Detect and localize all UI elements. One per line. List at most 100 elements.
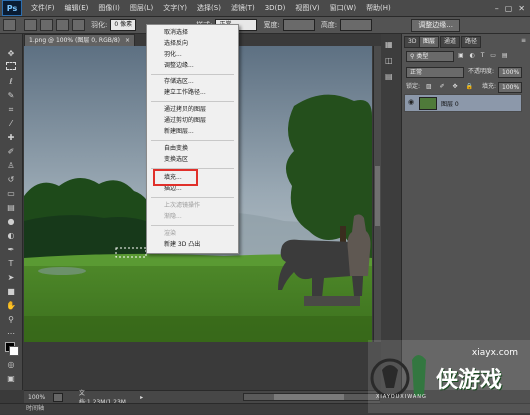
- maximize-button[interactable]: ▢: [505, 4, 513, 13]
- quick-select-icon[interactable]: ✎: [4, 90, 18, 102]
- menu-image[interactable]: 图像(I): [93, 0, 125, 16]
- scrollbar-thumb[interactable]: [375, 166, 380, 226]
- canvas-horizontal-scrollbar[interactable]: [243, 393, 380, 401]
- menu-deselect[interactable]: 取消选择: [164, 29, 188, 37]
- menu-layer-via-cut[interactable]: 通过剪切的图层: [164, 117, 206, 125]
- shape-tool-icon[interactable]: ■: [4, 286, 18, 298]
- refine-edge-button[interactable]: 调整边缘...: [411, 18, 460, 32]
- menu-help[interactable]: 帮助(H): [361, 0, 396, 16]
- panel-menu-icon[interactable]: ≡: [521, 36, 526, 46]
- minimize-button[interactable]: –: [495, 4, 499, 13]
- zoom-tool-icon[interactable]: ⚲: [4, 314, 18, 326]
- new-selection-icon[interactable]: [24, 19, 37, 31]
- blend-mode-select[interactable]: 正常: [406, 67, 464, 78]
- tab-paths[interactable]: 路径: [461, 36, 482, 48]
- context-menu: 取消选择 选择反向 羽化... 调整边缘... 存储选区... 建立工作路径..…: [146, 24, 239, 254]
- blur-tool-icon[interactable]: ●: [4, 216, 18, 228]
- menu-filter[interactable]: 滤镜(T): [226, 0, 260, 16]
- screen-mode-icon[interactable]: ▣: [4, 373, 18, 385]
- menu-bar: Ps 文件(F) 编辑(E) 图像(I) 图层(L) 文字(Y) 选择(S) 滤…: [0, 0, 530, 17]
- fill-label: 填充:: [482, 83, 497, 90]
- menu-save-selection[interactable]: 存储选区...: [164, 78, 194, 86]
- path-select-icon[interactable]: ➤: [4, 272, 18, 284]
- panel-adjust-icon[interactable]: ◫: [385, 56, 393, 65]
- eye-visibility-icon[interactable]: ◉: [408, 98, 414, 106]
- menu-type[interactable]: 文字(Y): [158, 0, 192, 16]
- opacity-input[interactable]: 100%: [498, 67, 522, 78]
- menu-make-work-path[interactable]: 建立工作路径...: [164, 89, 206, 97]
- filter-icons[interactable]: ▣ ◐ T ▭ ▤: [458, 51, 510, 61]
- width-input[interactable]: [282, 19, 315, 31]
- tools-panel: ✥ ℓ ✎ ⌗ ⁄ ✚ ✐ ♙ ↺ ▭ ▤ ● ◐ ✒ T ➤ ■ ✋ ⚲ ⋯ …: [0, 34, 23, 390]
- menu-view[interactable]: 视图(V): [290, 0, 324, 16]
- menu-layer[interactable]: 图层(L): [125, 0, 158, 16]
- height-input[interactable]: [340, 19, 373, 31]
- tab-3d[interactable]: 3D: [404, 36, 421, 48]
- menu-feather[interactable]: 羽化...: [164, 51, 182, 59]
- brush-tool-icon[interactable]: ✐: [4, 146, 18, 158]
- feather-input[interactable]: 0 像素: [110, 19, 137, 31]
- hand-tool-icon[interactable]: ✋: [4, 300, 18, 312]
- menu-new-3d-extrusion[interactable]: 新建 3D 凸出: [164, 241, 200, 249]
- extra-tool-icon[interactable]: ⋯: [4, 328, 18, 340]
- status-menu-icon[interactable]: [53, 392, 63, 402]
- intersect-selection-icon[interactable]: [72, 19, 85, 31]
- eyedropper-icon[interactable]: ⁄: [4, 118, 18, 130]
- close-document-icon[interactable]: ×: [125, 37, 130, 44]
- menu-select[interactable]: 选择(S): [192, 0, 226, 16]
- menu-separator: [151, 140, 234, 141]
- layer-row[interactable]: ◉ 图层 0: [404, 94, 522, 112]
- quick-mask-icon[interactable]: ◎: [4, 359, 18, 371]
- panel-properties-icon[interactable]: ▤: [385, 72, 393, 81]
- layer-name: 图层 0: [441, 101, 459, 108]
- add-selection-icon[interactable]: [40, 19, 53, 31]
- menu-new-layer[interactable]: 新建图层...: [164, 128, 194, 136]
- eraser-tool-icon[interactable]: ▭: [4, 188, 18, 200]
- clone-stamp-icon[interactable]: ♙: [4, 160, 18, 172]
- close-window-button[interactable]: ✕: [518, 4, 525, 13]
- dodge-tool-icon[interactable]: ◐: [4, 230, 18, 242]
- lasso-tool-icon[interactable]: ℓ: [4, 76, 18, 88]
- fill-highlight-box: [153, 169, 198, 186]
- zoom-level[interactable]: 100%: [28, 394, 45, 401]
- pen-tool-icon[interactable]: ✒: [4, 244, 18, 256]
- menu-file[interactable]: 文件(F): [26, 0, 60, 16]
- menu-3d[interactable]: 3D(D): [260, 0, 291, 16]
- menu-window[interactable]: 窗口(W): [325, 0, 361, 16]
- menu-edit[interactable]: 编辑(E): [60, 0, 94, 16]
- menu-separator: [151, 101, 234, 102]
- panel-history-icon[interactable]: ▦: [385, 40, 393, 49]
- tab-layers[interactable]: 图层: [419, 36, 440, 48]
- move-tool-icon[interactable]: ✥: [4, 48, 18, 60]
- menu-transform-selection[interactable]: 变换选区: [164, 156, 188, 164]
- crop-tool-icon[interactable]: ⌗: [4, 104, 18, 116]
- height-label: 高度:: [320, 21, 338, 29]
- menu-stroke[interactable]: 描边...: [164, 185, 182, 193]
- marquee-tool-preset-icon[interactable]: [3, 19, 16, 31]
- rectangular-marquee-icon[interactable]: [4, 62, 18, 74]
- background-color-swatch[interactable]: [9, 346, 19, 356]
- healing-brush-icon[interactable]: ✚: [4, 132, 18, 144]
- kind-label: 类型: [416, 53, 429, 60]
- gradient-tool-icon[interactable]: ▤: [4, 202, 18, 214]
- menu-select-inverse[interactable]: 选择反向: [164, 40, 188, 48]
- hscroll-thumb[interactable]: [274, 394, 345, 400]
- status-arrow-icon[interactable]: ▸: [140, 394, 143, 401]
- layer-filter-kind[interactable]: ⚲ 类型: [406, 51, 454, 62]
- width-label: 宽度:: [263, 21, 280, 29]
- menu-separator: [151, 74, 234, 75]
- fill-input[interactable]: 100%: [498, 82, 522, 93]
- tab-channels[interactable]: 通道: [440, 36, 461, 48]
- menu-refine-edge[interactable]: 调整边缘...: [164, 62, 194, 70]
- photoshop-logo: Ps: [2, 0, 22, 16]
- type-tool-icon[interactable]: T: [4, 258, 18, 270]
- feather-label: 羽化:: [91, 21, 108, 29]
- canvas-vertical-scrollbar[interactable]: [373, 46, 381, 342]
- menu-free-transform[interactable]: 自由变换: [164, 145, 188, 153]
- menu-render: 渲染: [164, 230, 177, 237]
- document-tab-title: 1.png @ 100% (图层 0, RGB/8): [29, 37, 121, 44]
- subtract-selection-icon[interactable]: [56, 19, 69, 31]
- history-brush-icon[interactable]: ↺: [4, 174, 18, 186]
- menu-layer-via-copy[interactable]: 通过拷贝的图层: [164, 106, 206, 114]
- lock-icons[interactable]: ▨ ✐ ✥ 🔒: [426, 82, 476, 92]
